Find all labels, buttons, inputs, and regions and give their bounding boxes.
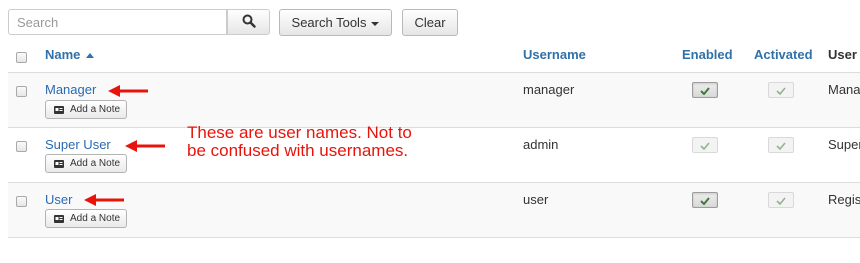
select-all-checkbox[interactable] (16, 52, 27, 63)
add-note-label: Add a Note (70, 158, 121, 169)
user-name-link[interactable]: Manager (45, 82, 96, 97)
enabled-toggle[interactable] (692, 82, 718, 98)
annotation-text: These are user names. Not to be confused… (187, 123, 412, 160)
user-name-link[interactable]: User (45, 192, 72, 207)
user-name-link[interactable]: Super User (45, 137, 111, 152)
arrow-left-icon (84, 194, 124, 206)
activated-toggle[interactable] (768, 82, 794, 98)
column-header-enabled[interactable]: Enabled (682, 47, 733, 62)
search-icon (242, 14, 256, 31)
activated-toggle[interactable] (768, 137, 794, 153)
username-cell: manager (523, 82, 575, 97)
check-icon (776, 83, 786, 98)
username-cell: admin (523, 137, 559, 152)
user-group-cell: Regis (828, 192, 860, 207)
arrow-left-icon (125, 140, 165, 152)
column-header-name-label: Name (45, 47, 81, 62)
search-tools-button[interactable]: Search Tools (279, 9, 392, 36)
add-note-label: Add a Note (70, 104, 121, 115)
sort-ascending-icon (84, 47, 95, 62)
check-icon (776, 193, 786, 208)
enabled-toggle[interactable] (692, 192, 718, 208)
add-note-label: Add a Note (70, 213, 121, 224)
caret-down-icon (371, 21, 380, 26)
activated-toggle[interactable] (768, 192, 794, 208)
note-icon (54, 105, 64, 114)
check-icon (700, 83, 710, 98)
arrow-left-icon (108, 85, 148, 97)
search-button[interactable] (227, 9, 270, 35)
user-group-cell: Mana (828, 82, 860, 97)
add-note-button[interactable]: Add a Note (45, 154, 128, 173)
add-note-button[interactable]: Add a Note (45, 209, 128, 228)
username-cell: user (523, 192, 549, 207)
add-note-button[interactable]: Add a Note (45, 100, 128, 119)
note-icon (54, 214, 64, 223)
row-checkbox[interactable] (16, 196, 27, 207)
search-tools-label: Search Tools (291, 15, 367, 30)
check-icon (700, 138, 710, 153)
user-group-cell: Super (828, 137, 860, 152)
clear-button[interactable]: Clear (402, 9, 458, 36)
table-row (8, 73, 860, 127)
row-checkbox[interactable] (16, 141, 27, 152)
row-checkbox[interactable] (16, 86, 27, 97)
check-icon (700, 193, 710, 208)
column-header-username[interactable]: Username (523, 47, 586, 62)
note-icon (54, 159, 64, 168)
column-header-activated[interactable]: Activated (754, 47, 813, 62)
row-divider (8, 127, 860, 128)
enabled-toggle[interactable] (692, 137, 718, 153)
row-divider (8, 237, 860, 238)
column-header-user-groups: User (828, 47, 857, 62)
table-row (8, 183, 860, 237)
check-icon (776, 138, 786, 153)
clear-label: Clear (414, 15, 446, 30)
column-header-name[interactable]: Name (45, 47, 95, 62)
search-input[interactable] (8, 9, 227, 35)
